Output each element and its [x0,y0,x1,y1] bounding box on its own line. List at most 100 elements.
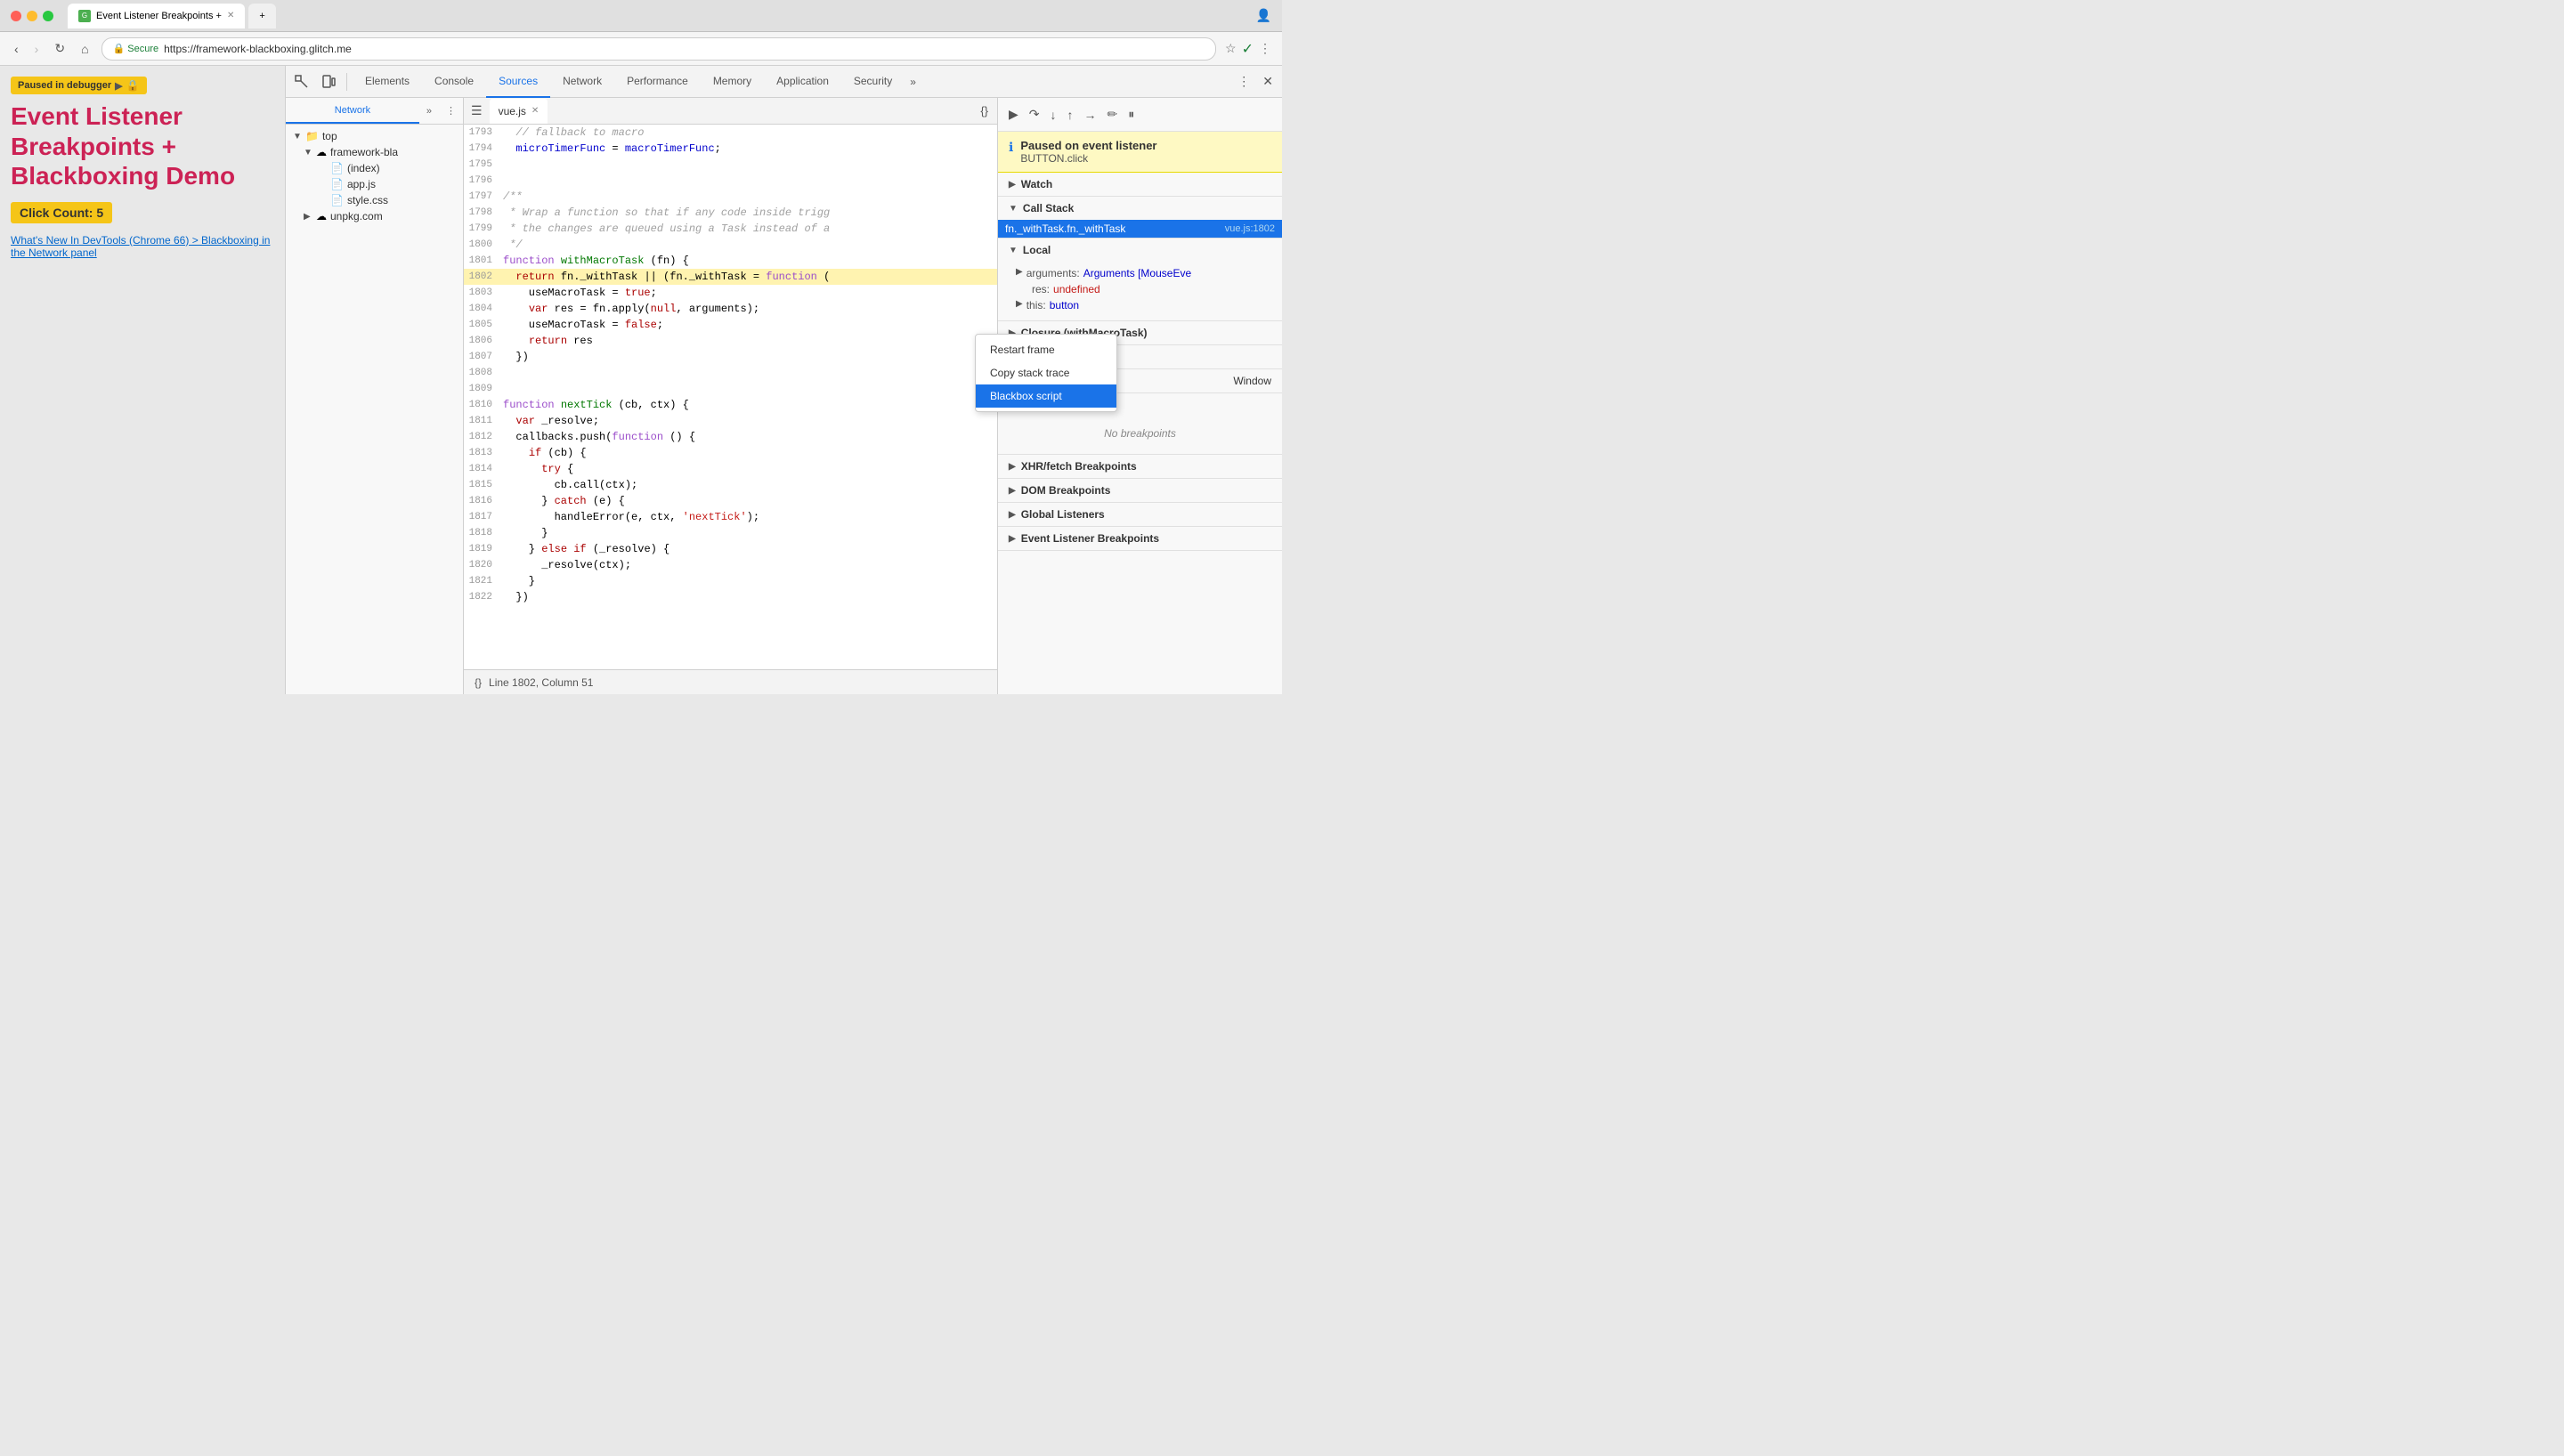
inspect-element-button[interactable] [289,71,314,93]
format-icon[interactable]: {} [475,676,482,689]
settings-icon[interactable]: ✓ [1242,40,1254,58]
paused-on-detail: BUTTON.click [1020,152,1156,165]
home-button[interactable]: ⌂ [77,40,92,58]
paused-on-text: Paused on event listener [1020,139,1156,152]
scope-val: button [1050,299,1079,311]
close-button[interactable] [11,11,21,21]
local-label: Local [1023,244,1051,256]
callstack-header[interactable]: ▼ Call Stack [998,197,1282,220]
code-line: 1820 _resolve(ctx); [464,557,997,573]
context-menu-restart-frame[interactable]: Restart frame [976,338,1116,361]
file-icon: 📄 [330,162,344,174]
xhr-header[interactable]: ▶ XHR/fetch Breakpoints [998,455,1282,478]
format-button[interactable]: {} [975,101,994,121]
code-line: 1796 [464,173,997,189]
maximize-button[interactable] [43,11,53,21]
back-button[interactable]: ‹ [11,40,22,58]
editor-footer: {} Line 1802, Column 51 [464,669,997,694]
scope-item: res: undefined [1009,281,1271,297]
watch-header[interactable]: ▶ Watch [998,173,1282,196]
more-tabs-button[interactable]: » [905,76,921,88]
sidebar-more-tabs[interactable]: » [419,98,439,124]
context-menu: Restart frame Copy stack trace Blackbox … [975,334,1117,412]
no-breakpoints-text: No breakpoints [1009,420,1271,447]
sidebar-options[interactable]: ⋮ [439,98,463,124]
pause-on-exceptions-button[interactable]: ⏸ [1124,103,1138,125]
tree-item-unpkg[interactable]: ▶ ☁ unpkg.com [286,208,463,224]
step-button[interactable]: → [1081,104,1100,125]
tree-item-index[interactable]: 📄 (index) [286,160,463,176]
cs-file: vue.js:1802 [1225,223,1275,234]
more-options-button[interactable]: ⋮ [1232,70,1255,93]
context-menu-blackbox-script[interactable]: Blackbox script [976,384,1116,408]
code-line: 1795 [464,157,997,173]
bookmark-icon[interactable]: ☆ [1225,41,1237,56]
editor-tab-vuejs[interactable]: vue.js ✕ [490,99,548,124]
context-menu-copy-stack-trace[interactable]: Copy stack trace [976,361,1116,384]
code-line: 1822 }) [464,589,997,605]
code-line-highlighted: 1802 return fn._withTask || (fn._withTas… [464,269,997,285]
code-line: 1821 } [464,573,997,589]
tab-title: Event Listener Breakpoints + [96,11,222,21]
active-browser-tab[interactable]: G Event Listener Breakpoints + ✕ [68,4,245,28]
code-editor: ☰ vue.js ✕ {} 1793 // fallback to macro [464,98,997,694]
minimize-button[interactable] [27,11,37,21]
tree-label: app.js [347,178,376,190]
tree-arrow: ▼ [293,132,302,142]
scope-val: undefined [1053,283,1100,295]
tab-application[interactable]: Application [764,66,841,98]
devtools-panel: Elements Console Sources Network Perform… [285,66,1282,694]
resume-button[interactable]: ▶ [1005,103,1022,125]
address-box[interactable]: 🔒 Secure https://framework-blackboxing.g… [101,37,1216,61]
tab-sources[interactable]: Sources [486,66,550,98]
reload-button[interactable]: ↻ [51,39,69,58]
dom-label: DOM Breakpoints [1021,484,1111,497]
event-listener-header[interactable]: ▶ Event Listener Breakpoints [998,527,1282,550]
close-devtools-button[interactable]: ✕ [1257,70,1278,93]
tab-filename: vue.js [499,105,526,117]
section-arrow: ▶ [1009,534,1016,544]
dom-header[interactable]: ▶ DOM Breakpoints [998,479,1282,502]
global-listeners-header[interactable]: ▶ Global Listeners [998,503,1282,526]
code-line: 1808 [464,365,997,381]
xhr-section: ▶ XHR/fetch Breakpoints [998,455,1282,479]
step-into-button[interactable]: ↓ [1047,104,1060,125]
tab-network[interactable]: Network [550,66,614,98]
tab-elements[interactable]: Elements [353,66,422,98]
callstack-item[interactable]: fn._withTask.fn._withTask vue.js:1802 [998,220,1282,238]
section-arrow: ▶ [1009,510,1016,520]
toggle-sidebar-button[interactable]: ☰ [467,101,486,120]
tab-console[interactable]: Console [422,66,486,98]
tree-label: top [322,130,337,142]
click-count[interactable]: Click Count: 5 [11,202,112,223]
tab-performance[interactable]: Performance [614,66,701,98]
scope-item: ▶ arguments: Arguments [MouseEve [1009,265,1271,281]
step-over-button[interactable]: ↷ [1026,103,1043,125]
sidebar-tab-network[interactable]: Network [286,98,419,124]
forward-button[interactable]: › [31,40,43,58]
tree-item-framework[interactable]: ▼ ☁ framework-bla [286,144,463,160]
tab-close-icon[interactable]: ✕ [227,11,234,20]
overflow-icon[interactable]: ⋮ [1259,41,1271,56]
close-tab-icon[interactable]: ✕ [531,106,539,116]
code-line: 1797 /** [464,189,997,205]
tree-item-appjs[interactable]: 📄 app.js [286,176,463,192]
tab-security[interactable]: Security [841,66,905,98]
tab-memory[interactable]: Memory [701,66,764,98]
scope-item: ▶ this: button [1009,297,1271,313]
profile-icon[interactable]: 👤 [1256,8,1271,23]
callstack-body: fn._withTask.fn._withTask vue.js:1802 [998,220,1282,238]
code-line: 1804 var res = fn.apply(null, arguments)… [464,301,997,317]
new-tab-button[interactable]: + [248,4,275,28]
deactivate-breakpoints-button[interactable]: ✏ [1104,103,1122,125]
local-header[interactable]: ▼ Local [998,239,1282,262]
step-out-button[interactable]: ↑ [1064,104,1077,125]
page-title: Event Listener Breakpoints + Blackboxing… [11,101,274,191]
tree-item-stylecss[interactable]: 📄 style.css [286,192,463,208]
devtools-link[interactable]: What's New In DevTools (Chrome 66) > Bla… [11,234,274,259]
tree-item-top[interactable]: ▼ 📁 top [286,128,463,144]
tree-label: style.css [347,194,388,206]
code-line: 1801 function withMacroTask (fn) { [464,253,997,269]
device-toolbar-button[interactable] [316,71,341,93]
code-view[interactable]: 1793 // fallback to macro 1794 microTime… [464,125,997,669]
